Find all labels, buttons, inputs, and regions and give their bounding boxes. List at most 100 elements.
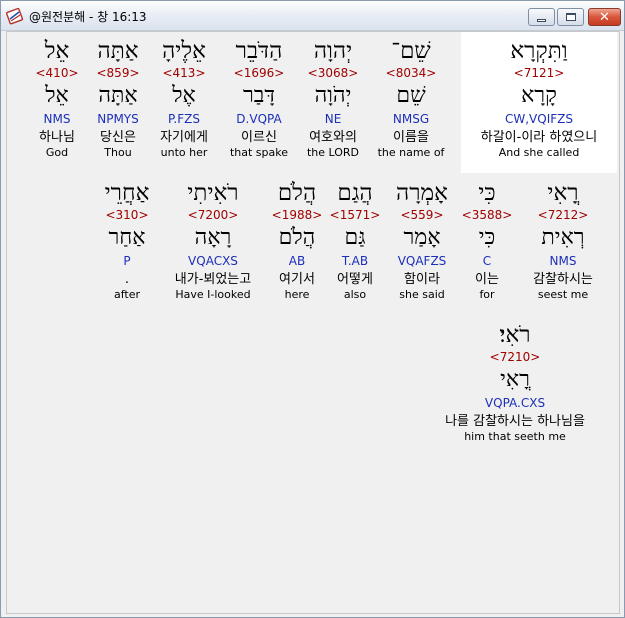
english-gloss: God	[45, 146, 69, 159]
english-gloss: unto her	[160, 146, 208, 159]
english-gloss: she said	[399, 288, 445, 301]
strong-number: <410>	[35, 66, 79, 80]
english-gloss: the LORD	[306, 146, 360, 159]
english-gloss: for	[479, 288, 495, 301]
morphology-code: NE	[324, 112, 342, 126]
morphology-code: AB	[288, 254, 306, 268]
lemma-word: יְהֹוָה	[314, 83, 352, 108]
english-gloss: after	[113, 288, 141, 301]
lemma-word: אֶל	[172, 83, 196, 108]
hebrew-word: אָמְרָה	[396, 180, 448, 206]
lemma-word: רָאָה	[194, 225, 232, 250]
close-icon: ✕	[599, 9, 610, 25]
strong-number: <1571>	[329, 208, 381, 222]
word-card[interactable]: אַתָּה <859> אַתָּה NPMYS 당신은 Thou	[96, 36, 139, 160]
strong-number: <1988>	[271, 208, 323, 222]
hebrew-word: אַתָּה	[97, 38, 139, 64]
hebrew-word: רֹאִיתִי	[187, 180, 239, 206]
korean-gloss: 함이라	[404, 272, 440, 287]
lemma-word: שֵׁם	[396, 83, 426, 108]
word-card[interactable]: רֹאִי׃ <7210> רֳאִי VQPA.CXS 나를 감찰하시는 하나…	[445, 320, 585, 444]
hebrew-word: הֲגַם	[337, 180, 373, 206]
lemma-word: הֲלֹם	[278, 225, 316, 250]
morphology-code: P.FZS	[168, 112, 200, 126]
hebrew-word: כִּי	[478, 180, 496, 206]
morphology-code: P	[123, 254, 131, 268]
morphology-code: NMS	[43, 112, 71, 126]
korean-gloss: 여호와의	[309, 130, 357, 145]
hebrew-word: אַחֲרֵי	[104, 180, 150, 206]
english-gloss: And she called	[498, 146, 580, 159]
word-card[interactable]: רֳאִי <7212> רְאִית NMS 감찰하시는 seest me	[533, 178, 593, 302]
english-gloss: Thou	[104, 146, 132, 159]
app-book-icon[interactable]	[6, 7, 24, 25]
word-card[interactable]: אֵל <410> אֵל NMS 하나님 God	[35, 36, 78, 160]
morphology-code: C	[482, 254, 492, 268]
korean-gloss: 내가-뵈었는고	[174, 272, 252, 287]
word-card[interactable]: אַחֲרֵי <310> אַחַר P . after	[105, 178, 150, 302]
word-card[interactable]: אָמְרָה <559> אָמַר VQAFZS 함이라 she said	[396, 178, 448, 302]
strong-number: <310>	[105, 208, 149, 222]
word-card-selected[interactable]: וַתִּקְרָא <7121> קָרָא CW,VQIFZS 하갈이-이라…	[481, 36, 597, 160]
morphology-code: VQAFZS	[397, 254, 447, 268]
korean-gloss: 어떻게	[337, 272, 373, 287]
hebrew-word: הֲלֹם	[277, 180, 317, 206]
english-gloss: that spake	[229, 146, 289, 159]
strong-number: <3068>	[307, 66, 359, 80]
word-card[interactable]: הַדֹּבֵר <1696> דָּבַר D.VQPA 이르신 that s…	[230, 36, 288, 160]
maximize-icon	[565, 13, 576, 21]
strong-number: <413>	[162, 66, 206, 80]
word-card[interactable]: הֲגַם <1571> גַּם T.AB 어떻게 also	[330, 178, 381, 302]
hebrew-word: הַדֹּבֵר	[235, 38, 283, 64]
hebrew-word: אֵלֶיהָ	[162, 38, 206, 64]
app-window: @원전분해 - 창 16:13 ✕ אֵל <410> אֵל NMS 하나님 …	[0, 0, 625, 618]
strong-number: <859>	[96, 66, 140, 80]
english-gloss: also	[343, 288, 367, 301]
close-button[interactable]: ✕	[588, 8, 621, 26]
minimize-button[interactable]	[528, 8, 555, 26]
korean-gloss: 하갈이-이라 하였으니	[480, 130, 598, 145]
morphology-code: NMSG	[392, 112, 430, 126]
morphology-code: CW,VQIFZS	[505, 112, 573, 126]
hebrew-word: יְהוָה	[313, 38, 353, 64]
korean-gloss: 이름을	[393, 130, 429, 145]
word-card[interactable]: אֵלֶיהָ <413> אֶל P.FZS 자기에게 unto her	[160, 36, 208, 160]
word-card[interactable]: רֹאִיתִי <7200> רָאָה VQACXS 내가-뵈었는고 Hav…	[175, 178, 251, 302]
hebrew-word: רֳאִי	[547, 180, 579, 206]
minimize-icon	[537, 18, 546, 22]
lemma-word: אַחַר	[108, 225, 146, 250]
word-card[interactable]: שֵׁם־ <8034> שֵׁם NMSG 이름을 the name of	[378, 36, 445, 160]
korean-gloss: 감찰하시는	[533, 272, 593, 287]
word-card[interactable]: כִּי <3588> כִּי C 이는 for	[462, 178, 513, 302]
korean-gloss: 이는	[475, 272, 499, 287]
korean-gloss: 여기서	[279, 272, 315, 287]
morphology-code: T.AB	[341, 254, 369, 268]
korean-gloss: 당신은	[100, 130, 136, 145]
morphology-code: NPMYS	[97, 112, 139, 126]
window-title: @원전분해 - 창 16:13	[29, 10, 147, 24]
korean-gloss: 나를 감찰하시는 하나님을	[445, 414, 585, 429]
strong-number: <1696>	[233, 66, 285, 80]
korean-gloss: .	[124, 272, 130, 287]
lemma-word: דָּבַר	[242, 83, 275, 108]
word-card[interactable]: יְהוָה <3068> יְהֹוָה NE 여호와의 the LORD	[307, 36, 359, 160]
english-gloss: Have I-looked	[175, 288, 251, 301]
strong-number: <7200>	[187, 208, 239, 222]
hebrew-word: וַתִּקְרָא	[510, 38, 568, 64]
word-card[interactable]: הֲלֹם <1988> הֲלֹם AB 여기서 here	[272, 178, 323, 302]
strong-number: <559>	[400, 208, 444, 222]
hebrew-word: שֵׁם־	[391, 38, 431, 64]
morphology-code: VQPA.CXS	[484, 396, 546, 410]
title-bar[interactable]: @원전분해 - 창 16:13 ✕	[1, 1, 624, 31]
hebrew-word: רֹאִי׃	[499, 322, 531, 348]
morphology-code: NMS	[549, 254, 577, 268]
strong-number: <8034>	[385, 66, 437, 80]
lemma-word: אֵל	[45, 83, 69, 108]
english-gloss: the name of	[377, 146, 445, 159]
korean-gloss: 자기에게	[160, 130, 208, 145]
morphology-code: D.VQPA	[236, 112, 282, 126]
morphology-code: VQACXS	[188, 254, 238, 268]
english-gloss: seest me	[537, 288, 589, 301]
maximize-button[interactable]	[557, 8, 584, 26]
analysis-pane[interactable]: אֵל <410> אֵל NMS 하나님 God אַתָּה <859> א…	[6, 31, 620, 614]
